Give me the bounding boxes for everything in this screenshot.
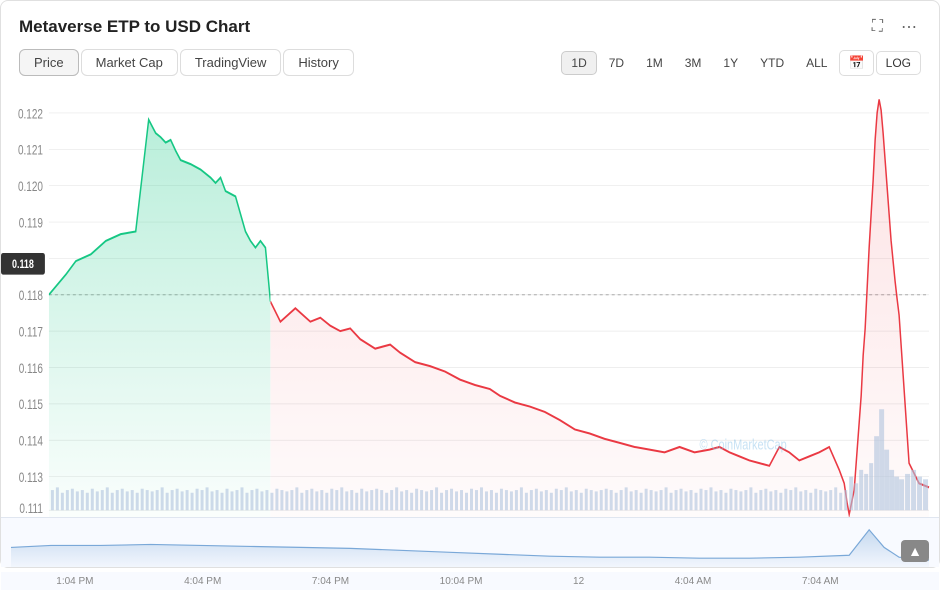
- mini-x-axis: 1:04 PM 4:04 PM 7:04 PM 10:04 PM 12 4:04…: [1, 572, 939, 590]
- time-btn-1d[interactable]: 1D: [561, 51, 596, 75]
- mini-chart: [1, 518, 939, 567]
- main-chart-area: 0.122 0.121 0.120 0.119 0.118 0.118 0.11…: [1, 86, 939, 517]
- mini-x-label-1: 1:04 PM: [56, 576, 93, 587]
- expand-button[interactable]: ⛶: [868, 16, 887, 38]
- time-btn-3m[interactable]: 3M: [675, 51, 712, 75]
- header: Metaverse ETP to USD Chart ⛶ ⋯: [1, 1, 939, 49]
- time-btn-1m[interactable]: 1M: [636, 51, 673, 75]
- time-controls: 1D 7D 1M 3M 1Y YTD ALL 📅 LOG: [561, 50, 921, 76]
- mini-x-label-6: 4:04 AM: [675, 576, 712, 587]
- svg-text:0.118: 0.118: [12, 258, 34, 272]
- expand-icon: ⛶: [872, 18, 883, 36]
- more-icon: ⋯: [901, 17, 917, 37]
- log-button[interactable]: LOG: [876, 51, 921, 75]
- mini-x-label-4: 10:04 PM: [440, 576, 483, 587]
- chart-title: Metaverse ETP to USD Chart: [19, 17, 250, 37]
- mini-x-label-3: 7:04 PM: [312, 576, 349, 587]
- time-btn-ytd[interactable]: YTD: [750, 51, 794, 75]
- mini-x-label-7: 7:04 AM: [802, 576, 839, 587]
- svg-text:0.122: 0.122: [18, 106, 43, 122]
- calendar-button[interactable]: 📅: [839, 50, 873, 76]
- mini-x-label-5: 12: [573, 576, 584, 587]
- svg-text:0.121: 0.121: [18, 142, 43, 158]
- chart-container: Metaverse ETP to USD Chart ⛶ ⋯ Price Mar…: [0, 0, 940, 568]
- tab-history[interactable]: History: [283, 49, 353, 76]
- tab-market-cap[interactable]: Market Cap: [81, 49, 178, 76]
- time-btn-7d[interactable]: 7D: [599, 51, 634, 75]
- tab-price[interactable]: Price: [19, 49, 79, 76]
- svg-text:0.113: 0.113: [19, 469, 44, 485]
- svg-text:0.116: 0.116: [19, 360, 44, 376]
- more-button[interactable]: ⋯: [897, 15, 921, 39]
- time-btn-all[interactable]: ALL: [796, 51, 837, 75]
- tabs: Price Market Cap TradingView History: [19, 49, 354, 76]
- mini-x-label-2: 4:04 PM: [184, 576, 221, 587]
- svg-text:© CoinMarketCap: © CoinMarketCap: [700, 436, 787, 453]
- tabs-and-controls: Price Market Cap TradingView History 1D …: [1, 49, 939, 86]
- time-btn-1y[interactable]: 1Y: [713, 51, 748, 75]
- svg-text:0.120: 0.120: [18, 179, 43, 195]
- mini-chart-container: 1:04 PM 4:04 PM 7:04 PM 10:04 PM 12 4:04…: [1, 517, 939, 567]
- header-icons: ⛶ ⋯: [868, 15, 921, 39]
- svg-text:0.117: 0.117: [19, 324, 43, 340]
- svg-text:0.119: 0.119: [19, 215, 44, 231]
- price-chart: 0.122 0.121 0.120 0.119 0.118 0.118 0.11…: [1, 86, 939, 517]
- svg-text:0.118: 0.118: [19, 288, 44, 304]
- svg-text:0.114: 0.114: [19, 433, 44, 449]
- svg-text:0.111: 0.111: [19, 500, 43, 516]
- svg-text:0.115: 0.115: [19, 397, 44, 413]
- tab-tradingview[interactable]: TradingView: [180, 49, 282, 76]
- scroll-to-top-button[interactable]: ▲: [901, 540, 929, 562]
